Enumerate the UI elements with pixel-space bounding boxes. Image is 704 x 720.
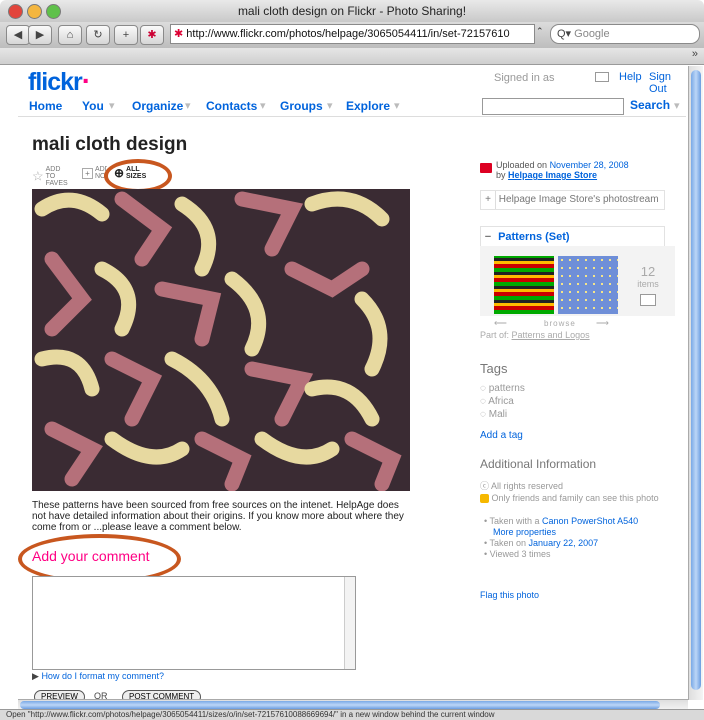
site-favicon-icon: ✱ (174, 28, 184, 40)
browser-search-field[interactable]: Q▾ Google (550, 24, 700, 44)
additional-info-heading: Additional Information (480, 457, 597, 471)
note-icon: + (82, 167, 93, 179)
add-tag-link[interactable]: Add a tag (480, 430, 523, 441)
tag-bullet-icon: ◌ (480, 409, 486, 420)
photo-description: These patterns have been sourced from fr… (32, 500, 404, 533)
set-thumbnails-panel: 12 items (480, 246, 675, 316)
help-link[interactable]: Help (619, 71, 642, 83)
window-titlebar: mali cloth design on Flickr - Photo Shar… (0, 0, 704, 23)
bookmarks-overflow-icon[interactable]: » (692, 48, 698, 60)
camera-link[interactable]: Canon PowerShot A540 (542, 516, 638, 526)
set-count: 12 (640, 264, 656, 279)
set-count-label: items (637, 279, 659, 289)
url-field[interactable]: ✱ http://www.flickr.com/photos/helpage/3… (170, 24, 535, 44)
sign-out-link[interactable]: Sign Out (649, 71, 686, 95)
copyright-info: ⓒ All rights reserved (480, 481, 564, 491)
part-of-link[interactable]: Patterns and Logos (512, 330, 590, 340)
set-header[interactable]: − Patterns (Set) (480, 226, 665, 247)
photostream-nav[interactable]: + Helpage Image Store's photostream (480, 190, 665, 210)
site-search-input[interactable] (482, 98, 624, 115)
mail-icon[interactable] (595, 72, 609, 82)
search-placeholder: Google (574, 28, 610, 40)
disclosure-triangle-icon: ▶ (32, 671, 39, 681)
status-text: Open "http://www.flickr.com/photos/helpa… (6, 710, 495, 719)
window-title: mali cloth design on Flickr - Photo Shar… (237, 4, 467, 18)
set-thumb-next[interactable] (558, 256, 618, 314)
annotation-circle (104, 159, 172, 193)
main-photo[interactable] (32, 189, 410, 492)
photo-properties-list: • Taken with a Canon PowerShot A540 More… (484, 516, 639, 559)
tag-bullet-icon: ◌ (480, 396, 486, 407)
nav-organize-dropdown-icon[interactable]: ▾ (185, 99, 191, 112)
browse-label: browse (544, 319, 576, 328)
tag-item[interactable]: ◌ Africa (480, 395, 525, 408)
uploader-link[interactable]: Helpage Image Store (508, 170, 597, 180)
home-button[interactable]: ⌂ (58, 25, 82, 45)
nav-explore[interactable]: Explore (346, 99, 390, 113)
collapse-minus-icon: − (484, 231, 492, 243)
horizontal-scroll-thumb[interactable] (20, 701, 660, 709)
slideshow-icon[interactable] (640, 294, 656, 306)
upload-info: Uploaded on November 28, 2008 by Helpage… (496, 160, 629, 180)
browse-arrow-left-icon[interactable]: ⟵ (494, 318, 507, 329)
nav-organize[interactable]: Organize (132, 99, 183, 113)
security-icon: ✱ (140, 25, 164, 45)
tag-item[interactable]: ◌ Mali (480, 408, 525, 421)
copyright-icon: ⓒ (480, 481, 490, 491)
site-search-button[interactable]: Search (630, 98, 670, 112)
taken-on-link[interactable]: January 22, 2007 (529, 538, 599, 548)
nav-you-dropdown-icon[interactable]: ▾ (109, 99, 115, 112)
uploader-buddy-icon[interactable] (480, 163, 492, 173)
bookmarks-bar: » (0, 48, 704, 65)
vertical-scrollbar[interactable] (688, 66, 703, 700)
nav-explore-dropdown-icon[interactable]: ▾ (394, 99, 400, 112)
nav-home[interactable]: Home (29, 99, 62, 113)
photo-title: mali cloth design (32, 134, 188, 155)
upload-date-link[interactable]: November 28, 2008 (550, 160, 629, 170)
forward-button[interactable]: ▶ (28, 25, 52, 45)
nav-you[interactable]: You (82, 99, 104, 113)
nav-groups[interactable]: Groups (280, 99, 323, 113)
magnifier-icon: Q▾ (557, 28, 572, 40)
reload-button[interactable]: ↻ (86, 25, 110, 45)
comment-textarea-scrollbar[interactable] (344, 577, 355, 669)
tag-item[interactable]: ◌ patterns (480, 382, 525, 395)
snapback-icon[interactable]: ⌃ (536, 26, 548, 40)
privacy-info: Only friends and family can see this pho… (480, 493, 659, 504)
comment-textarea[interactable] (32, 576, 356, 670)
part-of-label: Part of: Patterns and Logos (480, 330, 590, 340)
format-help-link[interactable]: ▶ How do I format my comment? (32, 671, 164, 682)
star-icon: ☆ (32, 168, 44, 184)
back-button[interactable]: ◀ (6, 25, 30, 45)
nav-groups-dropdown-icon[interactable]: ▾ (327, 99, 333, 112)
set-thumb-prev[interactable] (494, 256, 554, 314)
status-bar: Open "http://www.flickr.com/photos/helpa… (0, 709, 704, 720)
vertical-scroll-thumb[interactable] (691, 70, 701, 690)
tags-heading: Tags (480, 361, 508, 376)
page-content: flickr· Signed in as Help Sign Out Home … (18, 66, 686, 700)
add-bookmark-button[interactable]: + (114, 25, 138, 45)
flag-photo-link[interactable]: Flag this photo (480, 590, 539, 600)
url-text: http://www.flickr.com/photos/helpage/306… (186, 28, 510, 40)
nav-contacts-dropdown-icon[interactable]: ▾ (260, 99, 266, 112)
signed-in-label: Signed in as (494, 72, 555, 84)
tags-list: ◌ patterns ◌ Africa ◌ Mali (480, 382, 525, 421)
search-dropdown-icon[interactable]: ▾ (674, 99, 680, 112)
nav-contacts[interactable]: Contacts (206, 99, 257, 113)
flickr-logo[interactable]: flickr· (28, 67, 91, 97)
header-divider (18, 116, 686, 117)
more-properties-link[interactable]: More properties (493, 527, 556, 537)
browse-arrow-right-icon[interactable]: ⟶ (596, 318, 609, 329)
expand-plus-icon: + (481, 191, 496, 209)
privacy-icon (480, 494, 489, 504)
add-to-faves-button[interactable]: ☆ ADD TO FAVES (32, 166, 82, 187)
tag-bullet-icon: ◌ (480, 383, 486, 394)
